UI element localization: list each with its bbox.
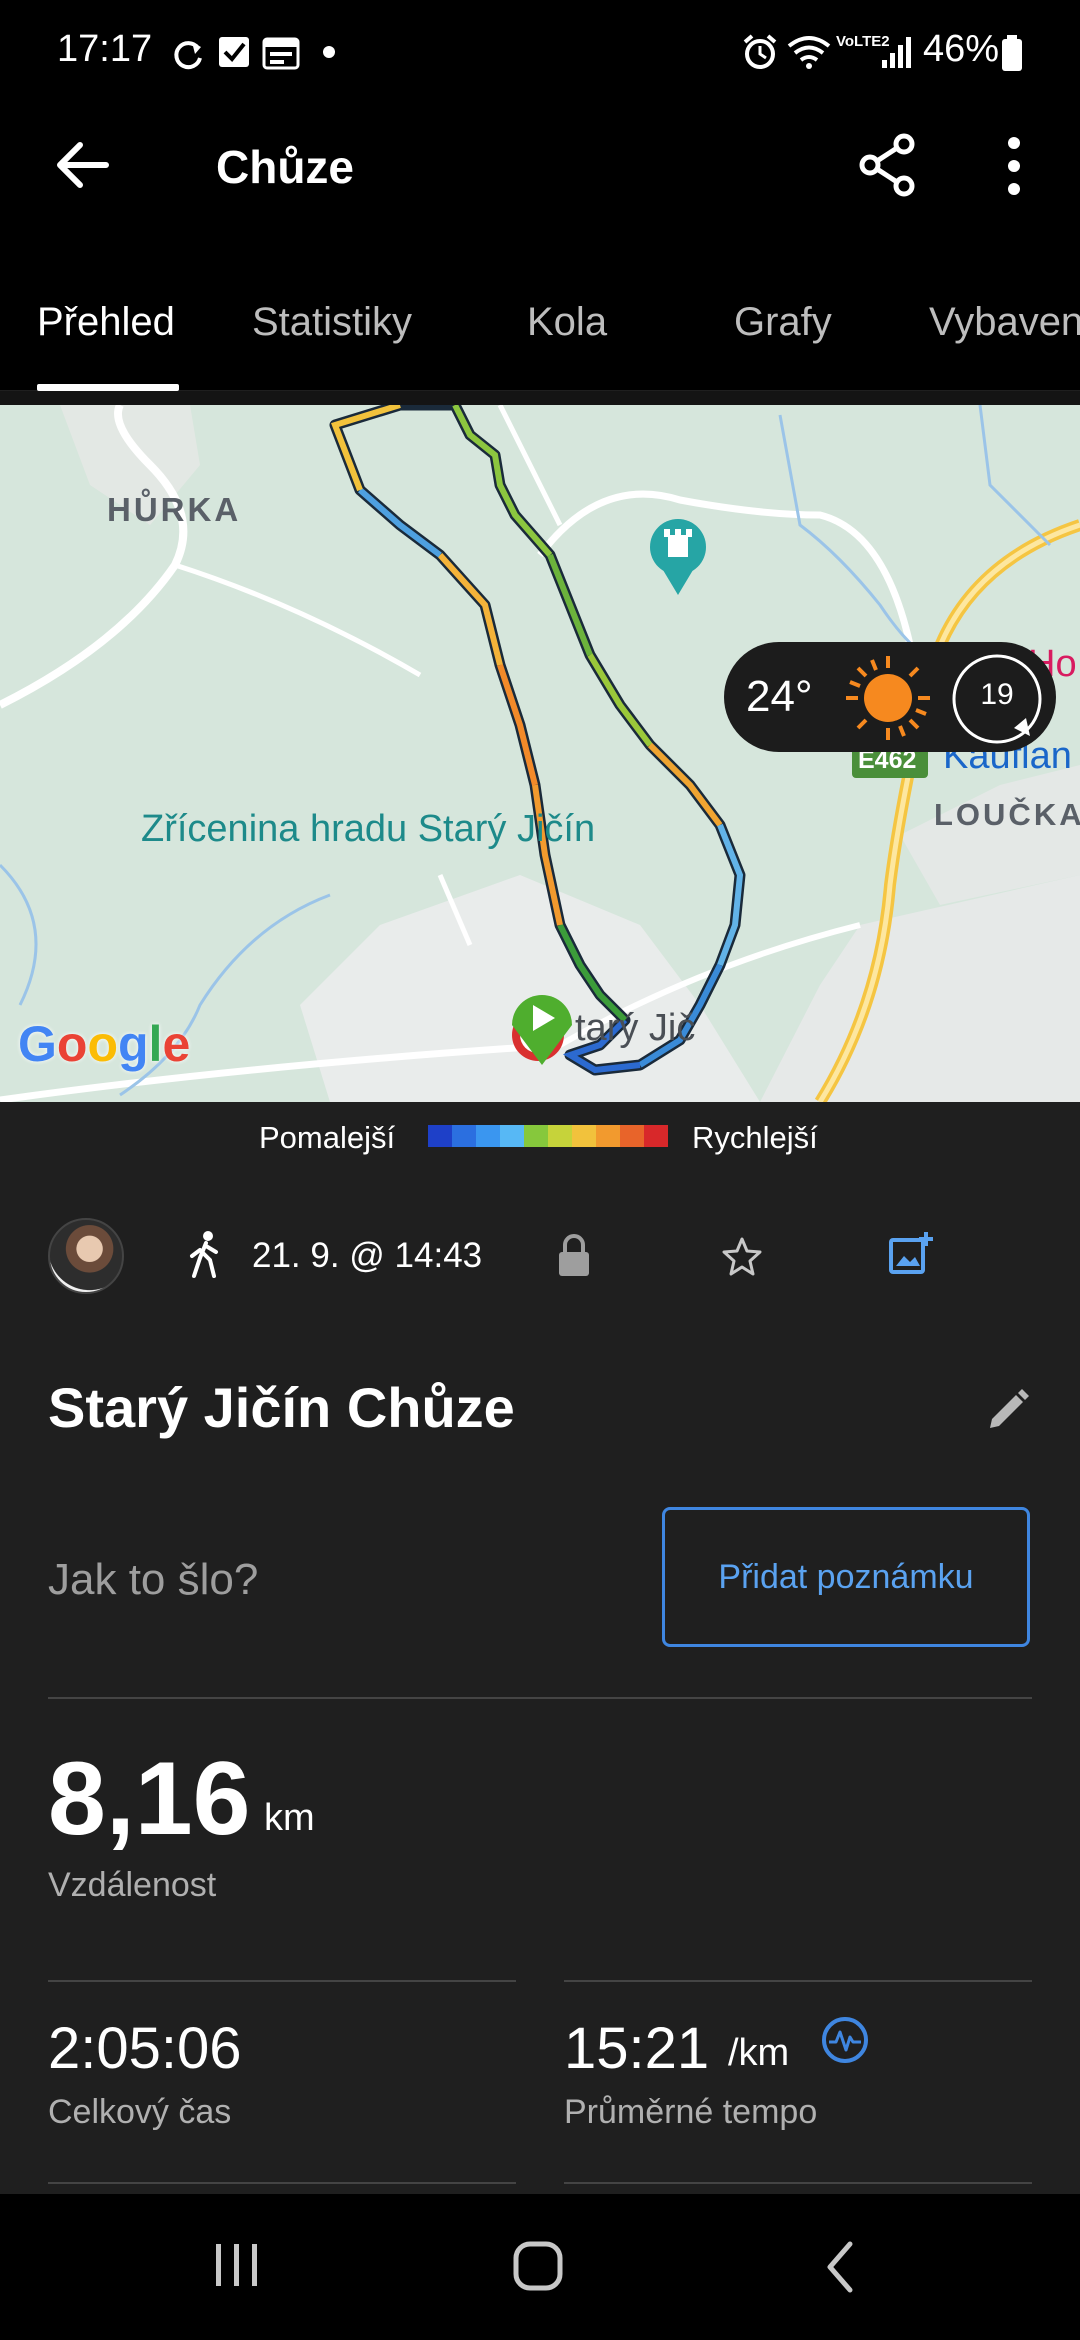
legend-faster: Rychlejší	[692, 1120, 818, 1155]
tab-vybaveni[interactable]: Vybaven	[929, 300, 1080, 345]
tab-grafy[interactable]: Grafy	[734, 300, 832, 345]
legend-swatch	[572, 1125, 596, 1147]
walking-icon	[190, 1231, 218, 1278]
legend-slower: Pomalejší	[259, 1120, 396, 1155]
divider	[48, 1697, 1032, 1699]
divider	[564, 2182, 1032, 2184]
home-icon[interactable]	[512, 2240, 564, 2292]
avatar[interactable]	[48, 1218, 124, 1294]
more-vert-icon[interactable]	[1000, 135, 1028, 197]
map-label-town: tarý Jič	[575, 1007, 696, 1049]
status-bar	[0, 0, 1080, 105]
distance-unit: km	[264, 1797, 315, 1839]
wifi-icon	[787, 36, 831, 69]
star-icon[interactable]	[721, 1236, 763, 1276]
avg-pace-value: 15:21	[564, 2016, 710, 2081]
sync-icon	[174, 41, 202, 70]
sun-icon	[846, 656, 930, 740]
feedback-prompt[interactable]: Jak to šlo?	[48, 1555, 258, 1605]
avg-pace-unit: /km	[728, 2032, 790, 2074]
add-photo-icon[interactable]	[888, 1230, 934, 1276]
add-note-button[interactable]: Přidat poznámku	[662, 1507, 1030, 1647]
status-time: 17:17	[57, 28, 153, 70]
tab-divider	[0, 391, 1080, 405]
legend-swatch	[476, 1125, 500, 1147]
legend-swatch	[524, 1125, 548, 1147]
battery-icon	[1002, 35, 1022, 71]
battery-percent: 46%	[923, 28, 1000, 70]
activity-title: Starý Jičín Chůze	[48, 1376, 515, 1439]
checkbox-icon	[219, 37, 249, 67]
share-icon[interactable]	[858, 132, 918, 198]
activity-datetime: 21. 9. @ 14:43	[252, 1236, 483, 1275]
tab-prehled[interactable]: Přehled	[37, 300, 175, 345]
wind-speed: 19	[980, 678, 1014, 711]
back-nav-icon[interactable]	[822, 2240, 858, 2294]
total-time-label: Celkový čas	[48, 2093, 232, 2131]
divider	[48, 2182, 516, 2184]
legend-color-bar	[428, 1125, 668, 1147]
map-label-castle[interactable]: Zřícenina hradu Starý Jičín	[141, 808, 595, 851]
legend-swatch	[596, 1125, 620, 1147]
calendar-icon	[262, 37, 300, 70]
weather-temperature: 24°	[746, 672, 813, 721]
signal-icon	[882, 37, 911, 68]
legend-swatch	[500, 1125, 524, 1147]
divider	[48, 1980, 516, 1982]
tab-kola[interactable]: Kola	[527, 300, 607, 345]
map-label-loucka: LOUČKA	[934, 797, 1080, 832]
notification-dot-icon	[323, 46, 335, 58]
edit-icon[interactable]	[986, 1388, 1030, 1432]
legend-swatch	[452, 1125, 476, 1147]
pace-chart-icon[interactable]	[820, 2015, 870, 2065]
recent-apps-icon[interactable]	[210, 2240, 264, 2290]
distance-label: Vzdálenost	[48, 1866, 217, 1904]
route-map[interactable]: HŮRKA Zřícenina hradu Starý Jičín tarý J…	[0, 405, 1080, 1102]
map-label-hurka: HŮRKA	[107, 491, 242, 528]
weather-pill[interactable]: 24° 19	[724, 642, 1056, 752]
active-tab-indicator	[37, 384, 179, 391]
avg-pace-label: Průměrné tempo	[564, 2093, 818, 2131]
tab-statistiky[interactable]: Statistiky	[252, 300, 412, 345]
legend-swatch	[644, 1125, 668, 1147]
distance-value: 8,16	[48, 1741, 251, 1857]
app-bar	[0, 105, 1080, 255]
alarm-icon	[743, 34, 777, 69]
divider	[564, 1980, 1032, 1982]
total-time-value: 2:05:06	[48, 2016, 242, 2081]
page-title: Chůze	[216, 141, 354, 193]
lock-icon[interactable]	[556, 1232, 592, 1278]
legend-swatch	[428, 1125, 452, 1147]
legend-swatch	[620, 1125, 644, 1147]
google-logo: Google	[18, 1016, 191, 1072]
legend-swatch	[548, 1125, 572, 1147]
back-arrow-icon[interactable]	[54, 140, 114, 190]
